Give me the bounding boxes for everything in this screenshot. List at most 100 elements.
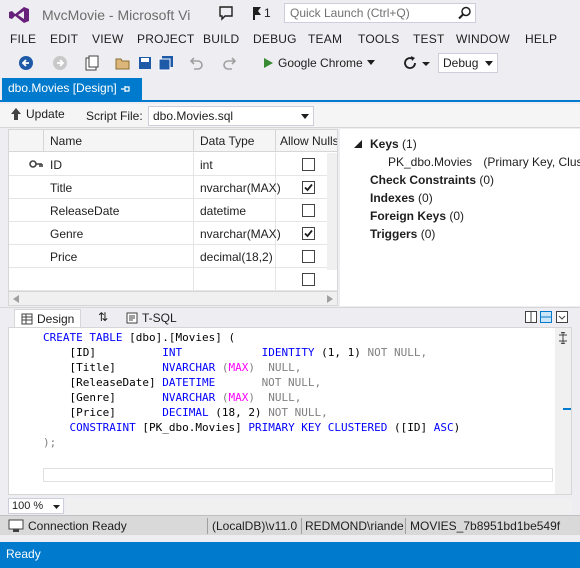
- run-in-browser-button[interactable]: Google Chrome: [262, 53, 375, 73]
- feedback-icon[interactable]: [218, 5, 234, 21]
- keys-label: Keys: [370, 137, 399, 151]
- grid-vertical-scrollbar[interactable]: [327, 153, 337, 270]
- checkmark-icon: [304, 229, 313, 238]
- allow-nulls-checkbox[interactable]: [302, 227, 315, 240]
- menu-edit[interactable]: EDIT: [50, 32, 78, 46]
- primary-key-node[interactable]: PK_dbo.Movies (Primary Key, Clus: [388, 155, 580, 169]
- columns-grid: Name Data Type Allow Nulls ID int Title …: [8, 129, 338, 292]
- sql-line-6: [Price] DECIMAL (18, 2) NOT NULL,: [43, 406, 328, 419]
- save-icon[interactable]: [137, 55, 153, 71]
- allow-nulls-checkbox[interactable]: [302, 181, 315, 194]
- tab-design[interactable]: Design: [14, 309, 82, 327]
- table-row[interactable]: Title nvarchar(MAX): [9, 176, 337, 199]
- menu-debug[interactable]: DEBUG: [253, 32, 297, 46]
- allow-nulls-checkbox[interactable]: [302, 158, 315, 171]
- collapse-pane-icon[interactable]: [556, 311, 568, 323]
- cell-name[interactable]: ReleaseDate: [44, 199, 194, 222]
- table-row[interactable]: Price decimal(18,2): [9, 245, 337, 268]
- indexes-node[interactable]: Indexes (0): [370, 191, 433, 205]
- horizontal-split-icon[interactable]: [540, 311, 552, 323]
- cell-name[interactable]: Title: [44, 176, 194, 199]
- cell-data-type[interactable]: decimal(18,2): [194, 245, 276, 268]
- editor-vertical-scrollbar[interactable]: [555, 328, 571, 494]
- column-header-name[interactable]: Name: [44, 130, 194, 152]
- column-header-allow-nulls[interactable]: Allow Nulls: [276, 130, 337, 152]
- open-folder-icon[interactable]: [115, 55, 131, 71]
- menu-help[interactable]: HELP: [525, 32, 557, 46]
- column-header-data-type[interactable]: Data Type: [194, 130, 276, 152]
- keys-count: (1): [402, 137, 417, 151]
- cell-name[interactable]: Genre: [44, 222, 194, 245]
- menu-file[interactable]: FILE: [10, 32, 36, 46]
- sql-blank-line[interactable]: [43, 468, 553, 482]
- tsql-editor[interactable]: CREATE TABLE [dbo].[Movies] ( [ID] INT I…: [8, 327, 572, 495]
- undo-icon[interactable]: [188, 55, 204, 71]
- menu-project[interactable]: PROJECT: [137, 32, 194, 46]
- save-all-icon[interactable]: [158, 55, 174, 71]
- solution-configuration-dropdown[interactable]: Debug: [438, 53, 498, 73]
- split-handle-icon[interactable]: [558, 332, 568, 344]
- menu-build[interactable]: BUILD: [203, 32, 239, 46]
- cell-data-type[interactable]: [194, 268, 276, 291]
- allow-nulls-checkbox[interactable]: [302, 250, 315, 263]
- search-icon[interactable]: [458, 6, 472, 20]
- foreign-label: Foreign Keys: [370, 209, 447, 223]
- pin-icon[interactable]: [120, 84, 130, 94]
- notification-flag-icon[interactable]: [252, 6, 262, 20]
- table-row[interactable]: ReleaseDate datetime: [9, 199, 337, 222]
- divider: [301, 518, 302, 534]
- allow-nulls-checkbox[interactable]: [302, 273, 315, 286]
- refresh-icon[interactable]: [402, 55, 418, 71]
- forward-icon[interactable]: [52, 55, 68, 71]
- triggers-node[interactable]: Triggers (0): [370, 227, 435, 241]
- new-project-icon[interactable]: [84, 55, 100, 71]
- update-arrow-icon: [11, 108, 21, 120]
- sql-line-1: CREATE TABLE [dbo].[Movies] (: [43, 331, 236, 344]
- table-row[interactable]: Genre nvarchar(MAX): [9, 222, 337, 245]
- indexes-count: (0): [418, 191, 433, 205]
- menu-test[interactable]: TEST: [413, 32, 444, 46]
- keys-node[interactable]: Keys (1): [370, 137, 417, 151]
- menu-tools[interactable]: TOOLS: [358, 32, 399, 46]
- scroll-right-icon[interactable]: [327, 295, 333, 303]
- scroll-left-icon[interactable]: [13, 295, 19, 303]
- cell-data-type[interactable]: nvarchar(MAX): [194, 176, 281, 199]
- redo-icon[interactable]: [222, 55, 238, 71]
- triggers-label: Triggers: [370, 227, 418, 241]
- collapse-triangle-icon[interactable]: [354, 140, 362, 148]
- cell-name[interactable]: Price: [44, 245, 194, 268]
- notification-count[interactable]: 1: [264, 6, 271, 20]
- window-title: MvcMovie - Microsoft Vi: [42, 7, 191, 23]
- zoom-dropdown[interactable]: 100 %: [8, 498, 64, 514]
- table-row-new[interactable]: [9, 268, 337, 291]
- cell-name[interactable]: ID: [44, 153, 194, 176]
- back-icon[interactable]: [18, 55, 34, 71]
- menu-window[interactable]: WINDOW: [456, 32, 510, 46]
- divider: [207, 518, 208, 534]
- foreign-keys-node[interactable]: Foreign Keys (0): [370, 209, 464, 223]
- script-file-dropdown[interactable]: dbo.Movies.sql: [148, 106, 314, 126]
- table-row[interactable]: ID int: [9, 153, 337, 176]
- editor-horizontal-scrollbar[interactable]: [66, 498, 572, 514]
- menu-team[interactable]: TEAM: [308, 32, 342, 46]
- script-file-value: dbo.Movies.sql: [153, 109, 234, 123]
- grid-horizontal-scrollbar[interactable]: [8, 292, 338, 306]
- cell-name[interactable]: [44, 268, 194, 291]
- menu-view[interactable]: VIEW: [92, 32, 123, 46]
- update-button[interactable]: Update: [10, 107, 65, 121]
- tab-tsql[interactable]: T-SQL: [120, 309, 183, 327]
- tsql-script-icon: [126, 312, 138, 324]
- allow-nulls-checkbox[interactable]: [302, 204, 315, 217]
- tab-tsql-label: T-SQL: [142, 311, 177, 325]
- checkmark-icon: [304, 183, 313, 192]
- cell-data-type[interactable]: int: [194, 153, 276, 176]
- key-detail: (Primary Key, Clus: [483, 155, 580, 169]
- quick-launch-input[interactable]: Quick Launch (Ctrl+Q): [284, 3, 476, 23]
- cell-data-type[interactable]: nvarchar(MAX): [194, 222, 281, 245]
- swap-panes-button[interactable]: ⇅: [92, 309, 114, 327]
- scroll-position-marker: [563, 408, 571, 410]
- vertical-split-icon[interactable]: [525, 311, 537, 323]
- check-constraints-node[interactable]: Check Constraints (0): [370, 173, 494, 187]
- cell-data-type[interactable]: datetime: [194, 199, 276, 222]
- refresh-dropdown-icon[interactable]: [422, 55, 430, 71]
